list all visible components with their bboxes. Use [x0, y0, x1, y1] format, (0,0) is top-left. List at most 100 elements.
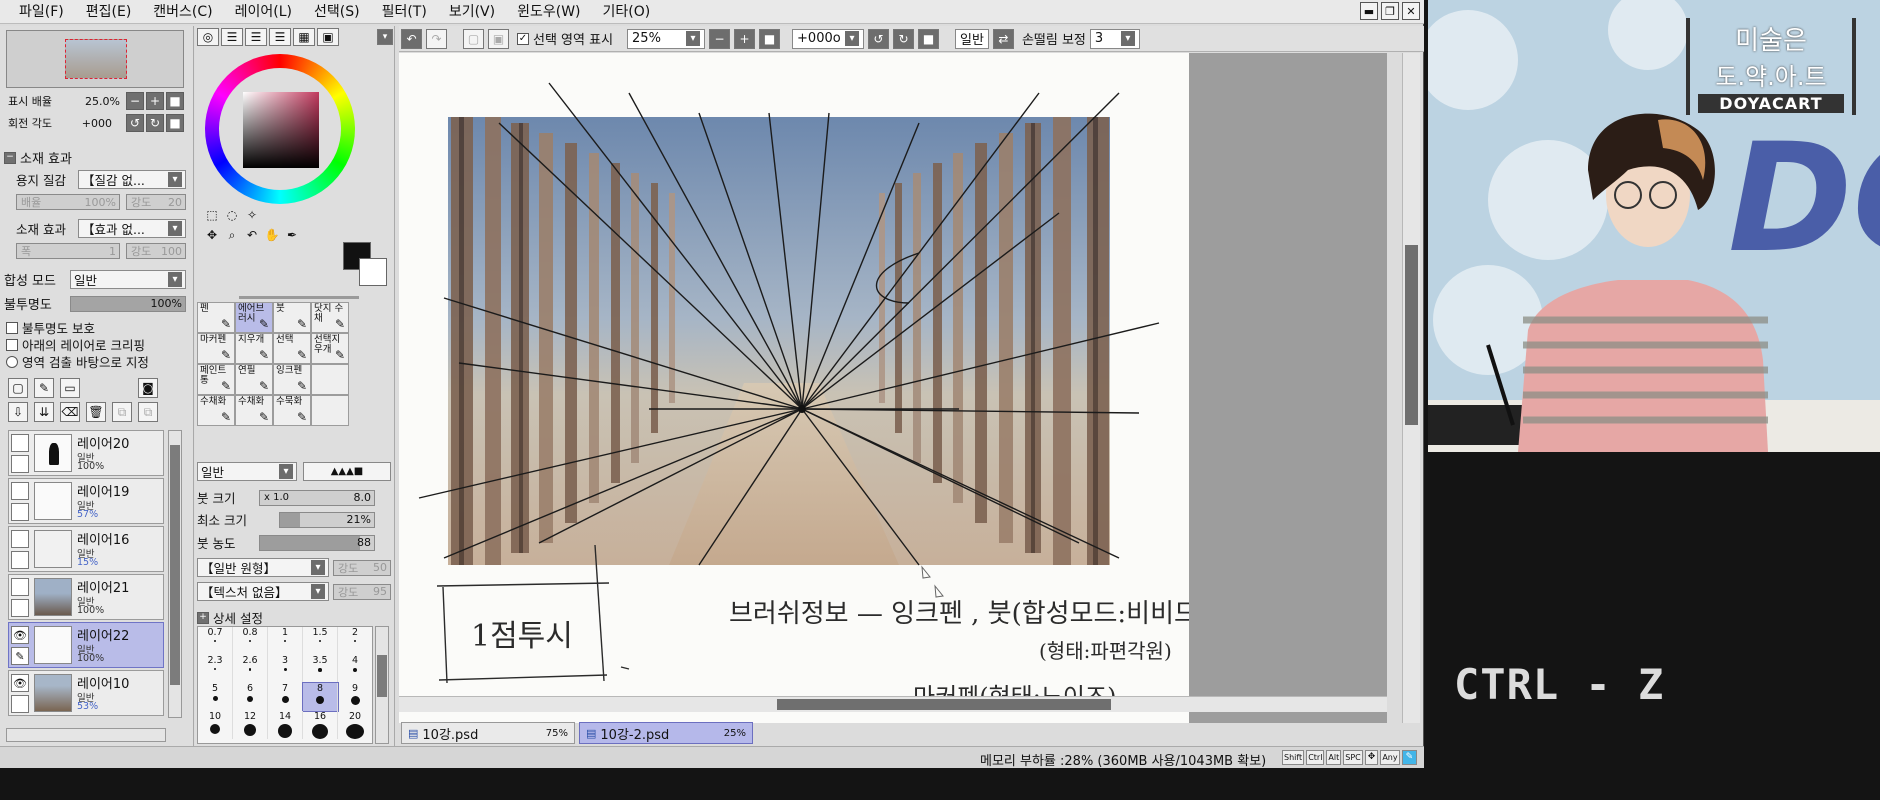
density-slider[interactable]: 88 [259, 534, 375, 551]
new-layer-icon[interactable]: ▢ [8, 378, 28, 398]
brush-size-preset[interactable]: 0.7 [198, 627, 233, 655]
menu-other[interactable]: 기타(O) [592, 0, 662, 24]
menu-window[interactable]: 윈도우(W) [506, 0, 591, 24]
visibility-toggle[interactable] [11, 482, 29, 500]
saturation-value-box[interactable] [243, 92, 319, 168]
lock-toggle[interactable] [11, 695, 29, 713]
brush-size-preset[interactable]: 1 [268, 627, 303, 655]
undo-icon[interactable]: ↶ [401, 28, 422, 49]
maximize-button[interactable]: ❐ [1381, 2, 1399, 20]
brush-size-preset[interactable]: 6 [233, 683, 268, 711]
menu-view[interactable]: 보기(V) [438, 0, 506, 24]
brush-size-preset[interactable]: 2.6 [233, 655, 268, 683]
canvas-rotate-right-icon[interactable]: ↻ [893, 28, 915, 49]
transfer-down-icon[interactable]: ⇩ [8, 402, 28, 422]
magic-wand-icon[interactable]: ✧ [243, 206, 261, 224]
layer-item-20[interactable]: 레이어20 일반 100% [8, 430, 164, 476]
brush-shape-select[interactable]: 【일반 원형】 [197, 558, 329, 577]
paper-texture-select[interactable]: 【질감 없... [78, 170, 186, 189]
detail-settings-label[interactable]: 상세 설정 [213, 608, 263, 627]
brush-size-preset[interactable]: 10 [198, 711, 233, 739]
tool-cell-3-0[interactable]: 수채화 ✎ [197, 395, 235, 426]
clipping-checkbox[interactable] [6, 338, 18, 351]
tool-cell-0-2[interactable]: 붓 ✎ [273, 302, 311, 333]
opacity-slider[interactable]: 100% [70, 295, 186, 312]
hand-icon[interactable]: ✋ [263, 226, 281, 244]
layer-item-10[interactable]: 👁 레이어10 일반 53% [8, 670, 164, 716]
lasso-icon[interactable]: ◌ [223, 206, 241, 224]
rgb-slider-icon[interactable]: ☰ [221, 28, 243, 46]
layer-item-22[interactable]: 👁 ✎ 레이어22 일반 100% [8, 622, 164, 668]
lock-toggle[interactable] [11, 599, 29, 617]
blend-mode-select[interactable]: 일반 [70, 270, 186, 289]
canvas-zoom-out-icon[interactable]: − [709, 28, 731, 49]
tool-cell-0-0[interactable]: 펜 ✎ [197, 302, 235, 333]
flip-icon[interactable]: ⇄ [992, 28, 1014, 49]
paper-strength-slider[interactable]: 강도 20 [126, 194, 186, 210]
pen-icon[interactable]: ✎ [11, 647, 29, 665]
view-mode-select[interactable]: 일반 [955, 28, 989, 49]
layer-item-21[interactable]: 레이어21 일반 100% [8, 574, 164, 620]
brush-shape-strength[interactable]: 강도 50 [333, 559, 391, 576]
paper-scale-slider[interactable]: 배율 100% [16, 194, 120, 210]
brush-size-preset[interactable]: 3 [268, 655, 303, 683]
visibility-toggle[interactable] [11, 434, 29, 452]
scratchpad-icon[interactable]: ▣ [317, 28, 339, 46]
tool-cell-0-3[interactable]: 닷지 수채 ✎ [311, 302, 349, 333]
canvas-rotate-reset-icon[interactable]: ■ [918, 28, 940, 49]
lock-toggle[interactable] [11, 551, 29, 569]
layer-item-16[interactable]: 레이어16 일반 15% [8, 526, 164, 572]
brush-size-slider[interactable]: x 1.0 8.0 [259, 489, 375, 506]
close-button[interactable]: ✕ [1402, 2, 1420, 20]
background-color-swatch[interactable] [359, 258, 387, 286]
lock-toggle[interactable] [11, 503, 29, 521]
brush-size-preset[interactable]: 7 [268, 683, 303, 711]
brush-texture-strength[interactable]: 강도 95 [333, 583, 391, 600]
stabilizer-select[interactable]: 3 [1089, 28, 1140, 49]
gradient-slider-icon[interactable]: ☰ [269, 28, 291, 46]
brush-size-preset[interactable]: 2 [338, 627, 372, 655]
drawing-canvas[interactable]: 1점투시 브러쉬정보 — 잉크펜 , 붓(합성모드:비비드) (형태:파편각원)… [399, 53, 1189, 723]
brush-texture-select[interactable]: 【텍스처 없음】 [197, 582, 329, 601]
merge-down-icon[interactable]: ⇊ [34, 402, 54, 422]
delete-layer-icon[interactable]: 🗑 [86, 402, 106, 422]
brush-size-preset[interactable]: 4 [338, 655, 372, 683]
canvas-zoom-select[interactable]: 25% [627, 28, 706, 49]
menu-file[interactable]: 파일(F) [8, 0, 75, 24]
zoom-out-button[interactable]: − [126, 92, 144, 110]
tool-cell-1-3[interactable]: 선택지우개 ✎ [311, 333, 349, 364]
tool-cell-1-1[interactable]: 지우개 ✎ [235, 333, 273, 364]
brush-size-preset[interactable]: 14 [268, 711, 303, 739]
brush-size-preset[interactable]: 16 [303, 711, 338, 739]
minimize-button[interactable]: ▬ [1360, 2, 1378, 20]
menu-canvas[interactable]: 캔버스(C) [142, 0, 223, 24]
tool-cell-2-0[interactable]: 페인트통 ✎ [197, 364, 235, 395]
menu-layer[interactable]: 레이어(L) [224, 0, 303, 24]
min-size-slider[interactable]: 21% [279, 511, 375, 528]
hsv-slider-icon[interactable]: ☰ [245, 28, 267, 46]
preserve-opacity-checkbox[interactable] [6, 321, 18, 334]
collapse-icon[interactable]: − [4, 151, 16, 164]
effect-strength-slider[interactable]: 강도 100 [126, 243, 186, 259]
rotate-icon[interactable]: ↶ [243, 226, 261, 244]
rect-select-icon[interactable]: ⬚ [203, 206, 221, 224]
lock-toggle[interactable] [11, 455, 29, 473]
visibility-toggle[interactable] [11, 578, 29, 596]
size-preset-scrollbar[interactable] [375, 626, 389, 744]
brush-mode-select[interactable]: 일반 [197, 462, 297, 481]
canvas-rotate-left-icon[interactable]: ↺ [868, 28, 890, 49]
menu-filter[interactable]: 필터(T) [371, 0, 438, 24]
move-icon[interactable]: ✥ [203, 226, 221, 244]
tool-cell-2-2[interactable]: 잉크펜 ✎ [273, 364, 311, 395]
layer-list-scrollbar[interactable] [168, 430, 182, 718]
zoom-icon[interactable]: ⌕ [223, 226, 241, 244]
brush-size-preset[interactable]: 12 [233, 711, 268, 739]
eye-icon[interactable]: 👁 [11, 626, 29, 644]
clear-layer-icon[interactable]: ⌫ [60, 402, 80, 422]
eye-icon[interactable]: 👁 [11, 674, 29, 692]
tool-cell-1-0[interactable]: 마커펜 ✎ [197, 333, 235, 364]
navigator-preview[interactable] [6, 30, 184, 88]
brush-size-preset[interactable]: 0.8 [233, 627, 268, 655]
effect-width-slider[interactable]: 폭1 [16, 243, 120, 259]
menu-edit[interactable]: 편집(E) [75, 0, 143, 24]
